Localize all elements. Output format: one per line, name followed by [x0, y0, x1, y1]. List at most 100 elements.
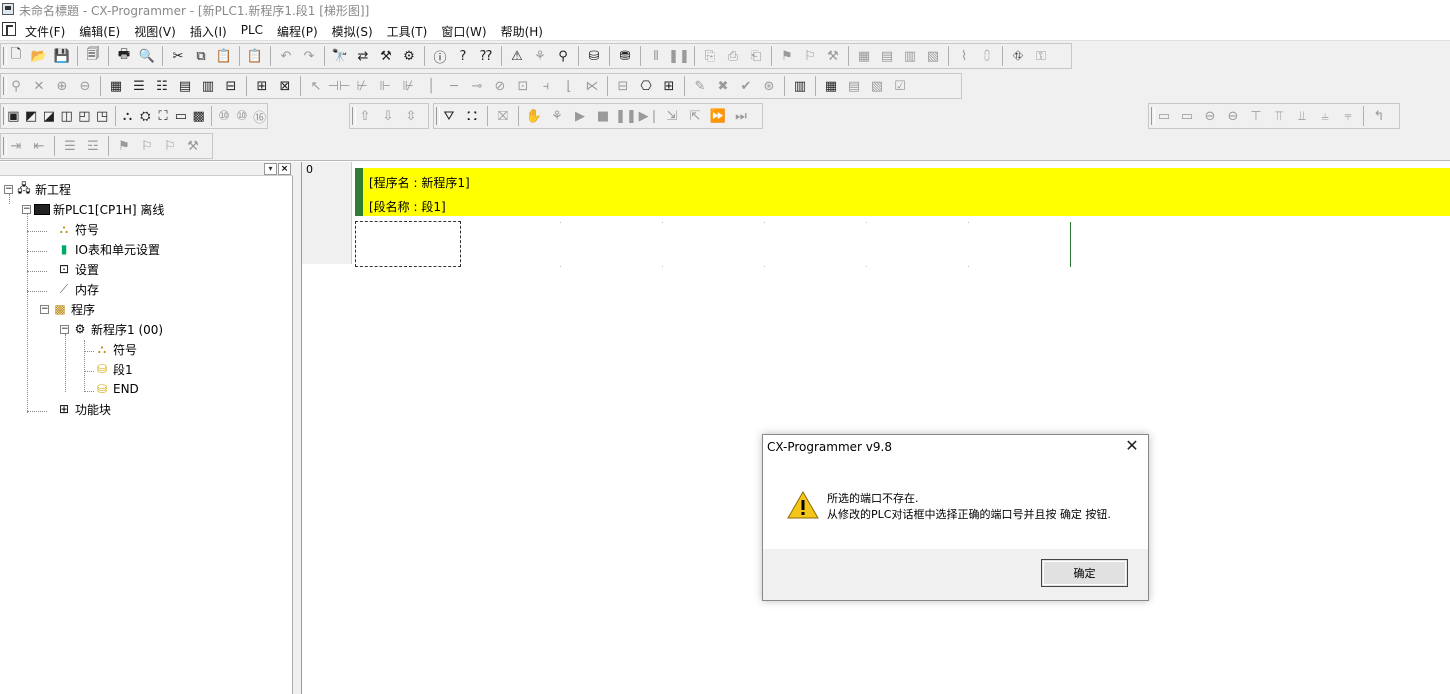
zoom-icon[interactable]: ⚲ [6, 76, 26, 96]
tree-node-settings[interactable]: ⊡ 设置 [56, 260, 99, 278]
menu-view[interactable]: 视图(V) [134, 23, 176, 40]
edit-status-icon[interactable]: ⊛ [759, 76, 779, 96]
branch-icon[interactable]: ⫞ [536, 76, 556, 96]
download-icon[interactable]: ⎙ [723, 46, 743, 66]
collapse-icon[interactable]: − [40, 304, 49, 314]
comment-block-icon[interactable]: ☰ [60, 136, 80, 156]
cut-icon[interactable]: ✂ [168, 46, 188, 66]
menu-tools[interactable]: 工具(T) [387, 23, 428, 40]
comment-view-icon[interactable]: ☰ [129, 76, 149, 96]
step-icon[interactable]: ⚘ [547, 106, 567, 126]
indent-icon[interactable]: ⇥ [6, 136, 26, 156]
upload-program-icon[interactable]: ⇧ [355, 106, 375, 126]
ok-button[interactable]: 确定 [1041, 559, 1128, 587]
menu-window[interactable]: 窗口(W) [441, 23, 486, 40]
block-d-icon[interactable]: ⊖ [1223, 106, 1243, 126]
close-icon[interactable]: ✕ [1124, 438, 1140, 454]
pause-sim-icon[interactable]: ❚❚ [615, 106, 637, 126]
cross-reference-icon[interactable]: ⚒ [376, 46, 396, 66]
network-config-icon[interactable]: ⛗ [1008, 46, 1028, 66]
help-icon[interactable]: ? [453, 46, 473, 66]
address-window-icon[interactable]: ◫ [59, 106, 74, 126]
block-icon[interactable]: ⊟ [613, 76, 633, 96]
parallel-nc-icon[interactable]: ⊮ [398, 76, 418, 96]
save-icon[interactable]: 💾 [52, 46, 72, 66]
collapse-icon[interactable]: − [22, 204, 31, 214]
context-help-icon[interactable]: ⁇ [476, 46, 496, 66]
step-in-icon[interactable]: ⇲ [662, 106, 682, 126]
fast-forward-icon[interactable]: ⏩ [708, 106, 728, 126]
cancel-edit-icon[interactable]: ✖ [713, 76, 733, 96]
ladder-table-icon[interactable]: ▥ [790, 76, 810, 96]
coil-icon[interactable]: ⊸ [467, 76, 487, 96]
compile-all-icon[interactable]: ⊞ [659, 76, 679, 96]
stop-icon[interactable]: ■ [593, 106, 613, 126]
prev-bookmark-icon[interactable]: ⚐ [160, 136, 180, 156]
new-file-icon[interactable]: 🗋 [6, 46, 26, 66]
outdent-icon[interactable]: ⇤ [29, 136, 49, 156]
step-run-icon[interactable]: ▶❘ [639, 106, 660, 126]
menu-plc[interactable]: PLC [241, 23, 263, 40]
jump-icon[interactable]: ↰ [1369, 106, 1389, 126]
force-on-icon[interactable]: ⚑ [777, 46, 797, 66]
program-comment[interactable]: [程序名 : 新程序1] [段名称 : 段1] [363, 168, 1450, 216]
run-to-end-icon[interactable]: ⏭ [731, 106, 751, 126]
ladder-cursor-cell[interactable] [355, 221, 461, 267]
memory-view-icon[interactable]: ▦ [854, 46, 874, 66]
branch-b-icon[interactable]: ⫫ [1292, 106, 1312, 126]
output-window-icon[interactable]: ◩ [24, 106, 39, 126]
plc-icon[interactable]: ⛁ [584, 46, 604, 66]
sfc-icon[interactable]: ⊞ [252, 76, 272, 96]
play-icon[interactable]: ▶ [570, 106, 590, 126]
display-16-icon[interactable]: ⑯ [252, 106, 267, 126]
mnemonic-view-icon[interactable]: ⊟ [221, 76, 241, 96]
warning-toggle-icon[interactable]: ⚠ [507, 46, 527, 66]
tree-node-section1[interactable]: ⛁ 段1 [94, 360, 133, 378]
find-icon[interactable]: 🔭 [330, 46, 350, 66]
bookmark-icon[interactable]: ⚑ [114, 136, 134, 156]
view-properties-icon[interactable]: ◰ [77, 106, 92, 126]
simulate-settings-icon[interactable]: ⛝ [493, 106, 513, 126]
force-cancel-icon[interactable]: ⚒ [823, 46, 843, 66]
paste-icon[interactable]: 📋 [214, 46, 234, 66]
compile-icon[interactable]: ⎔ [636, 76, 656, 96]
memory-table-icon[interactable]: ▧ [867, 76, 887, 96]
section-icon[interactable]: ▭ [173, 106, 188, 126]
address-reference-icon[interactable]: ⚙ [399, 46, 419, 66]
coil-nc-icon[interactable]: ⊘ [490, 76, 510, 96]
simulate-debug-icon[interactable]: ⛚ [462, 106, 482, 126]
tree-node-project[interactable]: − 🖧 新工程 [4, 180, 71, 198]
breakpoint-icon[interactable]: ✋ [524, 106, 544, 126]
watch-window-icon[interactable]: ◪ [42, 106, 57, 126]
time-chart-icon[interactable]: ⌇ [954, 46, 974, 66]
global-symbols-icon[interactable]: ⛭ [138, 106, 153, 126]
delete-line-icon[interactable]: ⋉ [582, 76, 602, 96]
step-out-icon[interactable]: ⇱ [685, 106, 705, 126]
io-view-icon[interactable]: ▤ [877, 46, 897, 66]
project-window-icon[interactable]: ▣ [6, 106, 21, 126]
grid-icon[interactable]: ▦ [106, 76, 126, 96]
menu-help[interactable]: 帮助(H) [501, 23, 543, 40]
data-trace-icon[interactable]: ▧ [923, 46, 943, 66]
upload-icon[interactable]: ⎗ [746, 46, 766, 66]
contact-no-icon[interactable]: ⊣⊢ [328, 76, 351, 96]
check-icon[interactable]: ☑ [890, 76, 910, 96]
copy-icon[interactable]: ⧉ [191, 46, 211, 66]
step-connect-icon[interactable]: ⊤ [1246, 106, 1266, 126]
open-folder-icon[interactable]: 📂 [29, 46, 49, 66]
contact-nc-icon[interactable]: ⊬ [352, 76, 372, 96]
memory-card-icon[interactable]: ▩ [191, 106, 206, 126]
block-c-icon[interactable]: ⊖ [1200, 106, 1220, 126]
horizontal-line-icon[interactable]: ─ [444, 76, 464, 96]
st-icon[interactable]: ⊠ [275, 76, 295, 96]
pause-icon[interactable]: ❚❚ [668, 46, 690, 66]
online-icon[interactable]: ⚘ [530, 46, 550, 66]
tree-node-programs[interactable]: − ▩ 程序 [40, 300, 95, 318]
ladder-view-icon[interactable]: ▥ [198, 76, 218, 96]
tree-node-program1[interactable]: − ⚙ 新程序1 (00) [60, 320, 163, 338]
branch-c-icon[interactable]: ⫨ [1315, 106, 1335, 126]
next-bookmark-icon[interactable]: ⚐ [137, 136, 157, 156]
connect-icon[interactable]: ⌊ [559, 76, 579, 96]
local-symbols-icon[interactable]: ⛬ [120, 106, 135, 126]
info-icon[interactable]: ⓘ [430, 46, 450, 66]
